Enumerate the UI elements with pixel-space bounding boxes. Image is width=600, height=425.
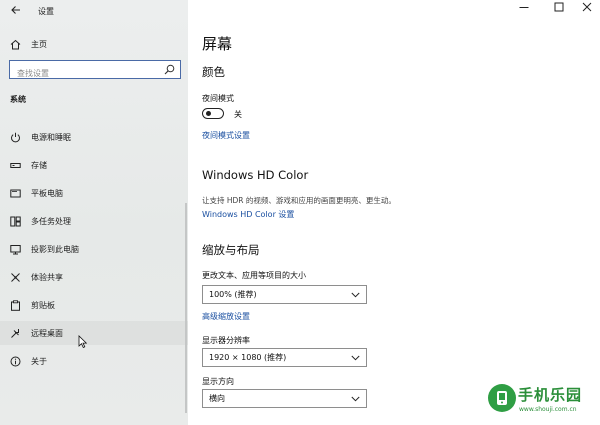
sidebar-item-label: 平板电脑 <box>31 188 63 198</box>
sidebar-item-multitasking[interactable]: 多任务处理 <box>0 209 188 233</box>
sidebar-item-label: 投影到此电脑 <box>31 244 79 254</box>
resolution-value: 1920 × 1080 (推荐) <box>209 353 287 362</box>
night-mode-state: 关 <box>234 110 242 119</box>
chevron-down-icon <box>351 355 360 360</box>
scale-dropdown[interactable]: 100% (推荐) <box>202 285 367 304</box>
advanced-scale-link[interactable]: 高级缩放设置 <box>202 311 250 322</box>
hd-color-description: 让支持 HDR 的视频、游戏和应用的画面更明亮、更生动。 <box>202 196 396 205</box>
search-icon[interactable] <box>164 64 175 75</box>
sidebar-item-storage[interactable]: 存储 <box>0 153 188 177</box>
multitasking-icon <box>9 215 21 227</box>
back-arrow-icon <box>11 6 20 14</box>
sidebar-item-label: 主页 <box>31 39 47 49</box>
watermark-text: 手机乐园 <box>518 386 583 404</box>
sidebar-item-project[interactable]: 投影到此电脑 <box>0 237 188 261</box>
section-label-system: 系统 <box>10 95 26 104</box>
remote-desktop-icon <box>9 327 21 339</box>
orientation-dropdown[interactable]: 横向 <box>202 389 367 408</box>
sidebar-titlebar: 设置 <box>0 4 188 20</box>
project-icon <box>9 243 21 255</box>
watermark-sub: www.shouji.com.cn <box>519 406 577 413</box>
clipboard-icon <box>9 299 21 311</box>
orientation-value: 横向 <box>209 394 225 403</box>
home-icon <box>9 38 21 50</box>
sidebar-item-about[interactable]: 关于 <box>0 349 188 373</box>
sidebar-item-home[interactable]: 主页 <box>0 32 188 56</box>
sidebar-item-label: 关于 <box>31 356 47 366</box>
info-icon <box>9 355 21 367</box>
power-icon <box>9 131 21 143</box>
sidebar-item-remote-desktop[interactable]: 远程桌面 <box>0 321 188 348</box>
sidebar-item-clipboard[interactable]: 剪贴板 <box>0 293 188 317</box>
app-title: 设置 <box>38 7 54 16</box>
sidebar-item-label: 多任务处理 <box>31 216 71 226</box>
sidebar-item-shared-experiences[interactable]: 体验共享 <box>0 265 188 289</box>
logo-badge-icon <box>488 384 516 412</box>
hd-color-heading: Windows HD Color <box>202 168 309 182</box>
sidebar-item-label: 远程桌面 <box>31 328 63 338</box>
toggle-knob <box>206 111 211 116</box>
night-mode-toggle[interactable] <box>202 108 224 119</box>
color-heading: 颜色 <box>202 65 225 79</box>
scale-value: 100% (推荐) <box>209 290 257 299</box>
mouse-cursor-icon <box>78 335 87 348</box>
sidebar-item-tablet[interactable]: 平板电脑 <box>0 181 188 205</box>
sidebar-item-power-sleep[interactable]: 电源和睡眠 <box>0 125 188 149</box>
hd-color-settings-link[interactable]: Windows HD Color 设置 <box>202 209 294 220</box>
sidebar-item-label: 电源和睡眠 <box>31 132 71 142</box>
sidebar-item-label: 存储 <box>31 160 47 170</box>
scale-label: 更改文本、应用等项目的大小 <box>202 271 306 280</box>
shared-experiences-icon <box>9 271 21 283</box>
main-panel: 屏幕 颜色 夜间模式 关 夜间模式设置 Windows HD Color 让支持… <box>188 0 600 425</box>
back-button[interactable] <box>8 4 24 20</box>
chevron-down-icon <box>351 292 360 297</box>
sidebar: 设置 主页 系统 电源和睡眠 存储 平板电脑 多任务处理 <box>0 0 188 425</box>
resolution-label: 显示器分辨率 <box>202 336 250 345</box>
scale-layout-heading: 缩放与布局 <box>202 243 260 257</box>
sidebar-item-label: 体验共享 <box>31 272 63 282</box>
night-mode-settings-link[interactable]: 夜间模式设置 <box>202 130 250 141</box>
watermark-logo: 手机乐园 www.shouji.com.cn <box>488 382 594 420</box>
sidebar-item-label: 剪贴板 <box>31 300 55 310</box>
tablet-icon <box>9 187 21 199</box>
orientation-label: 显示方向 <box>202 377 234 386</box>
night-mode-label: 夜间模式 <box>202 94 234 103</box>
search-box[interactable] <box>9 60 181 82</box>
storage-icon <box>9 159 21 171</box>
search-input[interactable] <box>10 65 160 82</box>
resolution-dropdown[interactable]: 1920 × 1080 (推荐) <box>202 348 367 367</box>
sidebar-scrollbar[interactable] <box>185 203 187 413</box>
chevron-down-icon <box>351 396 360 401</box>
page-title: 屏幕 <box>202 35 233 53</box>
